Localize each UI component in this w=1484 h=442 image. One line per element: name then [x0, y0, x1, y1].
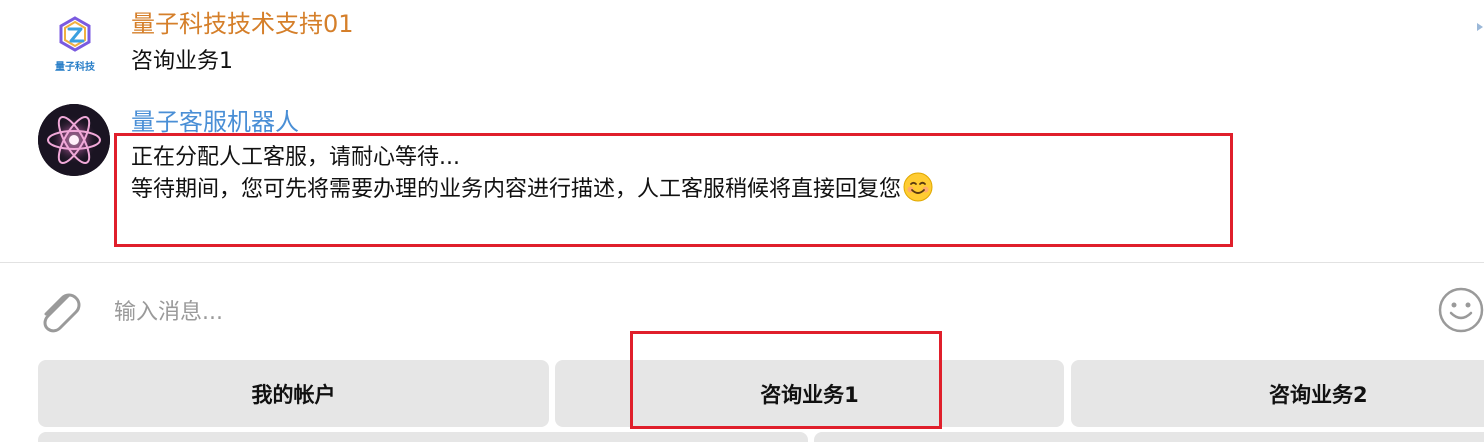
sender-name[interactable]: 量子客服机器人 — [131, 107, 299, 137]
scroll-indicator-icon — [1477, 23, 1483, 31]
message-text: 正在分配人工客服，请耐心等待... 等待期间，您可先将需要办理的业务内容进行描述… — [131, 143, 933, 204]
message-line-text: 等待期间，您可先将需要办理的业务内容进行描述，人工客服稍候将直接回复您 — [131, 177, 902, 202]
atom-robot-avatar[interactable] — [38, 104, 110, 176]
consult-service-1-button[interactable]: 咨询业务1 — [555, 360, 1064, 427]
sender-name[interactable]: 量子科技技术支持01 — [131, 9, 354, 39]
message-line: 正在分配人工客服，请耐心等待... — [131, 145, 460, 170]
keyboard-button-row2-left[interactable] — [38, 432, 808, 442]
message-text: 咨询业务1 — [131, 49, 233, 74]
message-input[interactable] — [114, 290, 1414, 334]
emoji-face-icon[interactable] — [1438, 287, 1484, 333]
smiling-face-emoji-icon — [903, 172, 933, 202]
composer-divider — [0, 262, 1484, 263]
company-logo-icon[interactable]: 量子科技 — [38, 12, 112, 76]
paperclip-icon[interactable] — [34, 284, 84, 336]
keyboard-button-row2-right[interactable] — [814, 432, 1484, 442]
company-logo-text: 量子科技 — [55, 60, 96, 73]
consult-service-2-button[interactable]: 咨询业务2 — [1071, 360, 1484, 427]
message-line: 等待期间，您可先将需要办理的业务内容进行描述，人工客服稍候将直接回复您 — [131, 172, 933, 204]
my-account-button[interactable]: 我的帐户 — [38, 360, 549, 427]
chat-screen: 量子科技 量子科技技术支持01 咨询业务1 量子客服机器人 正在分配人工客服，请… — [0, 0, 1484, 442]
